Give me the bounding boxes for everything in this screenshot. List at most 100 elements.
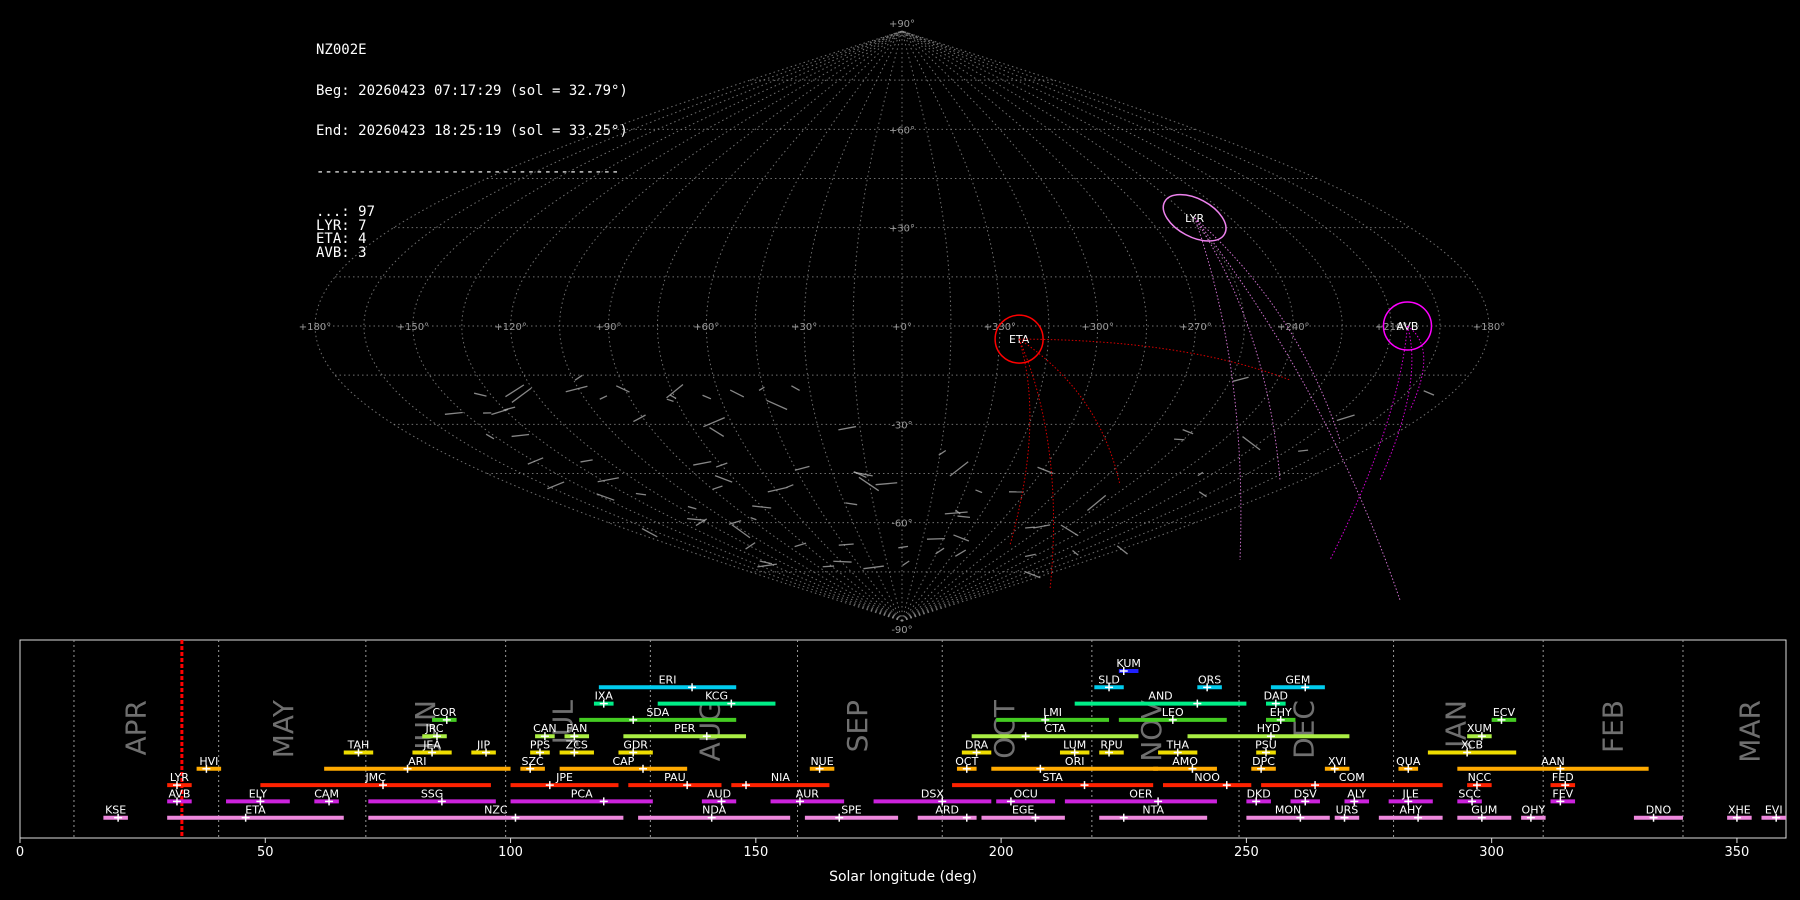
shower-label-tah: TAH xyxy=(347,739,370,752)
shower-label-zcs: ZCS xyxy=(566,739,588,752)
shower-trail xyxy=(1194,217,1401,601)
shower-label-tha: THA xyxy=(1165,739,1189,752)
shower-timeline: APR MAY JUN JUL AUG SEP OCT NOV DEC JAN FEB MARKUMS… xyxy=(16,639,1787,885)
sporadic-trail xyxy=(574,374,583,381)
shower-label-qua: QUA xyxy=(1396,755,1421,768)
shower-label-lmi: LMI xyxy=(1043,706,1062,719)
x-tick-label: 250 xyxy=(1234,845,1259,860)
shower-label-com: COM xyxy=(1339,771,1365,784)
month-label: OCT xyxy=(988,699,1021,759)
shower-label-dpc: DPC xyxy=(1252,755,1275,768)
sporadic-trail xyxy=(949,461,969,477)
shower-label-dra: DRA xyxy=(965,739,989,752)
sporadic-trail xyxy=(786,484,794,489)
shower-label-fan: FAN xyxy=(566,722,587,735)
sporadic-trail xyxy=(745,542,756,550)
lat-grid-label: +30° xyxy=(889,224,915,235)
shower-trail xyxy=(1194,217,1242,561)
month-label: APR xyxy=(120,700,153,756)
shower-label-cam: CAM xyxy=(314,787,339,800)
shower-label-dkd: DKD xyxy=(1247,787,1271,800)
shower-label-nue: NUE xyxy=(810,755,833,768)
shower-label-oer: OER xyxy=(1129,787,1153,800)
shower-label-dsx: DSX xyxy=(921,787,944,800)
sporadic-trail xyxy=(1033,524,1051,529)
shower-label-leo: LEO xyxy=(1162,706,1184,719)
sporadic-trail xyxy=(597,477,619,483)
shower-trail xyxy=(1019,338,1291,381)
lat-grid-label: +60° xyxy=(889,125,915,136)
sporadic-trail xyxy=(709,426,725,437)
shower-label-ahy: AHY xyxy=(1399,804,1422,817)
sporadic-trail xyxy=(1298,449,1309,452)
shower-label-gdr: GDR xyxy=(623,739,648,752)
sporadic-trail xyxy=(1242,436,1261,451)
shower-label-spe: SPE xyxy=(841,804,862,817)
sporadic-trail xyxy=(845,502,858,506)
sporadic-trail xyxy=(794,542,807,548)
meridian-line xyxy=(363,30,903,622)
shower-label-hyd: HYD xyxy=(1257,722,1280,735)
sporadic-trail xyxy=(687,517,706,521)
lon-grid-label: +0° xyxy=(892,322,912,333)
shower-label-xum: XUM xyxy=(1467,722,1492,735)
sporadic-trail xyxy=(838,543,854,546)
shower-label-dno: DNO xyxy=(1646,804,1672,817)
shower-trail xyxy=(1018,338,1121,486)
x-tick-label: 50 xyxy=(257,845,274,860)
x-tick-label: 350 xyxy=(1725,845,1750,860)
sporadic-trail xyxy=(1174,438,1185,441)
month-label: MAR xyxy=(1734,700,1767,763)
shower-label-ncc: NCC xyxy=(1468,771,1492,784)
shower-label-aud: AUD xyxy=(707,787,731,800)
lon-grid-label: +180° xyxy=(299,322,331,333)
shower-trail xyxy=(1407,325,1425,411)
sporadic-trail xyxy=(565,385,588,393)
sporadic-trail xyxy=(902,560,910,566)
shower-label-jle: JLE xyxy=(1402,787,1419,800)
sporadic-trail xyxy=(1336,414,1355,422)
shower-label-oct: OCT xyxy=(955,755,978,768)
lon-grid-label: +300° xyxy=(1081,322,1113,333)
lat-grid-label: -90° xyxy=(891,625,912,636)
sporadic-trail xyxy=(633,414,646,423)
sporadic-trail xyxy=(975,489,983,494)
shower-label-jpe: JPE xyxy=(555,771,573,784)
shower-label-ors: ORS xyxy=(1198,673,1221,686)
shower-label-eri: ERI xyxy=(659,673,677,686)
shower-label-cap: CAP xyxy=(612,755,634,768)
shower-label-per: PER xyxy=(674,722,696,735)
shower-label-sta: STA xyxy=(1042,771,1063,784)
shower-label-nia: NIA xyxy=(771,771,790,784)
shower-label-kse: KSE xyxy=(105,804,126,817)
sporadic-trail xyxy=(1060,524,1079,537)
x-tick-label: 100 xyxy=(498,845,523,860)
sporadic-trail xyxy=(766,399,788,411)
shower-label-aly: ALY xyxy=(1347,787,1366,800)
shower-label-scc: SCC xyxy=(1458,787,1481,800)
shower-label-ard: ARD xyxy=(935,804,959,817)
sporadic-trail xyxy=(503,406,516,411)
lon-grid-label: +180° xyxy=(1473,322,1505,333)
lon-grid-label: +270° xyxy=(1179,322,1211,333)
sporadic-trail xyxy=(666,398,674,403)
sporadic-trail xyxy=(1024,570,1041,579)
sporadic-trail xyxy=(863,565,884,570)
shower-label-pau: PAU xyxy=(664,771,686,784)
sporadic-trail xyxy=(1116,545,1128,555)
shower-label-kum: KUM xyxy=(1116,657,1140,670)
sporadic-trail xyxy=(1072,550,1079,556)
shower-label-can: CAN xyxy=(533,722,556,735)
shower-label-aan: AAN xyxy=(1541,755,1565,768)
sporadic-trail xyxy=(703,417,725,428)
sporadic-trail xyxy=(635,492,647,496)
sporadic-trail xyxy=(926,537,945,540)
sporadic-trail xyxy=(712,485,723,490)
shower-label-psu: PSU xyxy=(1255,739,1277,752)
shower-trail xyxy=(1194,217,1281,481)
shower-label-evi: EVI xyxy=(1765,804,1783,817)
shower-label-hvi: HVI xyxy=(199,755,218,768)
shower-label-dsv: DSV xyxy=(1294,787,1317,800)
lon-grid-label: +150° xyxy=(397,322,429,333)
shower-label-jea: JEA xyxy=(422,739,441,752)
